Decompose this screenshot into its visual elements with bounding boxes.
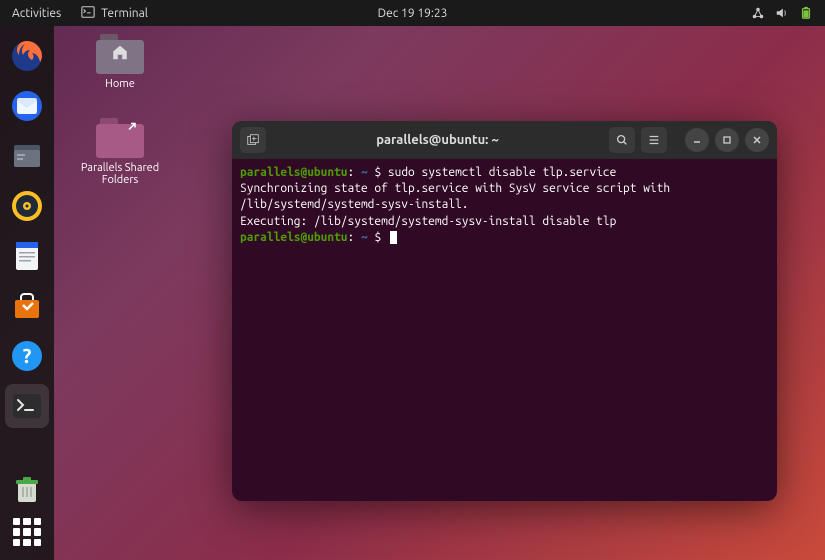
clock[interactable]: Dec 19 19:23 bbox=[378, 7, 448, 20]
topbar-app-label: Terminal bbox=[101, 7, 148, 20]
top-bar: Activities Terminal Dec 19 19:23 bbox=[0, 0, 825, 26]
dock-software[interactable] bbox=[5, 284, 49, 328]
svg-text:?: ? bbox=[23, 344, 32, 367]
maximize-button[interactable] bbox=[715, 128, 739, 152]
dock-rhythmbox[interactable] bbox=[5, 184, 49, 228]
terminal-content[interactable]: parallels@ubuntu: ~ $ sudo systemctl dis… bbox=[232, 159, 777, 501]
terminal-icon bbox=[81, 5, 95, 22]
volume-icon bbox=[775, 6, 789, 20]
dock-trash[interactable] bbox=[5, 468, 49, 512]
battery-icon bbox=[799, 6, 813, 20]
dock-thunderbird[interactable] bbox=[5, 84, 49, 128]
dock: ? bbox=[0, 26, 54, 560]
minimize-button[interactable] bbox=[685, 128, 709, 152]
dock-files[interactable] bbox=[5, 134, 49, 178]
desktop-icon-label: Home bbox=[80, 78, 160, 90]
home-icon bbox=[111, 44, 129, 65]
dock-firefox[interactable] bbox=[5, 34, 49, 78]
desktop-icon-home[interactable]: Home bbox=[80, 34, 160, 90]
dock-writer[interactable] bbox=[5, 234, 49, 278]
system-tray[interactable] bbox=[751, 6, 813, 20]
desktop-icon-label: Parallels Shared Folders bbox=[80, 162, 160, 186]
show-applications-button[interactable] bbox=[13, 518, 41, 546]
topbar-app-indicator[interactable]: Terminal bbox=[81, 5, 148, 22]
search-button[interactable] bbox=[609, 127, 635, 153]
terminal-window: parallels@ubuntu: ~ parallels@ubuntu: ~ … bbox=[232, 121, 777, 501]
window-title: parallels@ubuntu: ~ bbox=[272, 133, 603, 147]
network-icon bbox=[751, 6, 765, 20]
desktop-icon-parallels[interactable]: Parallels Shared Folders bbox=[80, 118, 160, 186]
dock-help[interactable]: ? bbox=[5, 334, 49, 378]
menu-button[interactable] bbox=[641, 127, 667, 153]
close-button[interactable] bbox=[745, 128, 769, 152]
activities-button[interactable]: Activities bbox=[12, 7, 61, 20]
desktop[interactable]: Home Parallels Shared Folders parallels@… bbox=[54, 26, 825, 560]
new-tab-button[interactable] bbox=[240, 127, 266, 153]
link-icon bbox=[127, 122, 137, 135]
dock-terminal[interactable] bbox=[5, 384, 49, 428]
terminal-titlebar[interactable]: parallels@ubuntu: ~ bbox=[232, 121, 777, 159]
